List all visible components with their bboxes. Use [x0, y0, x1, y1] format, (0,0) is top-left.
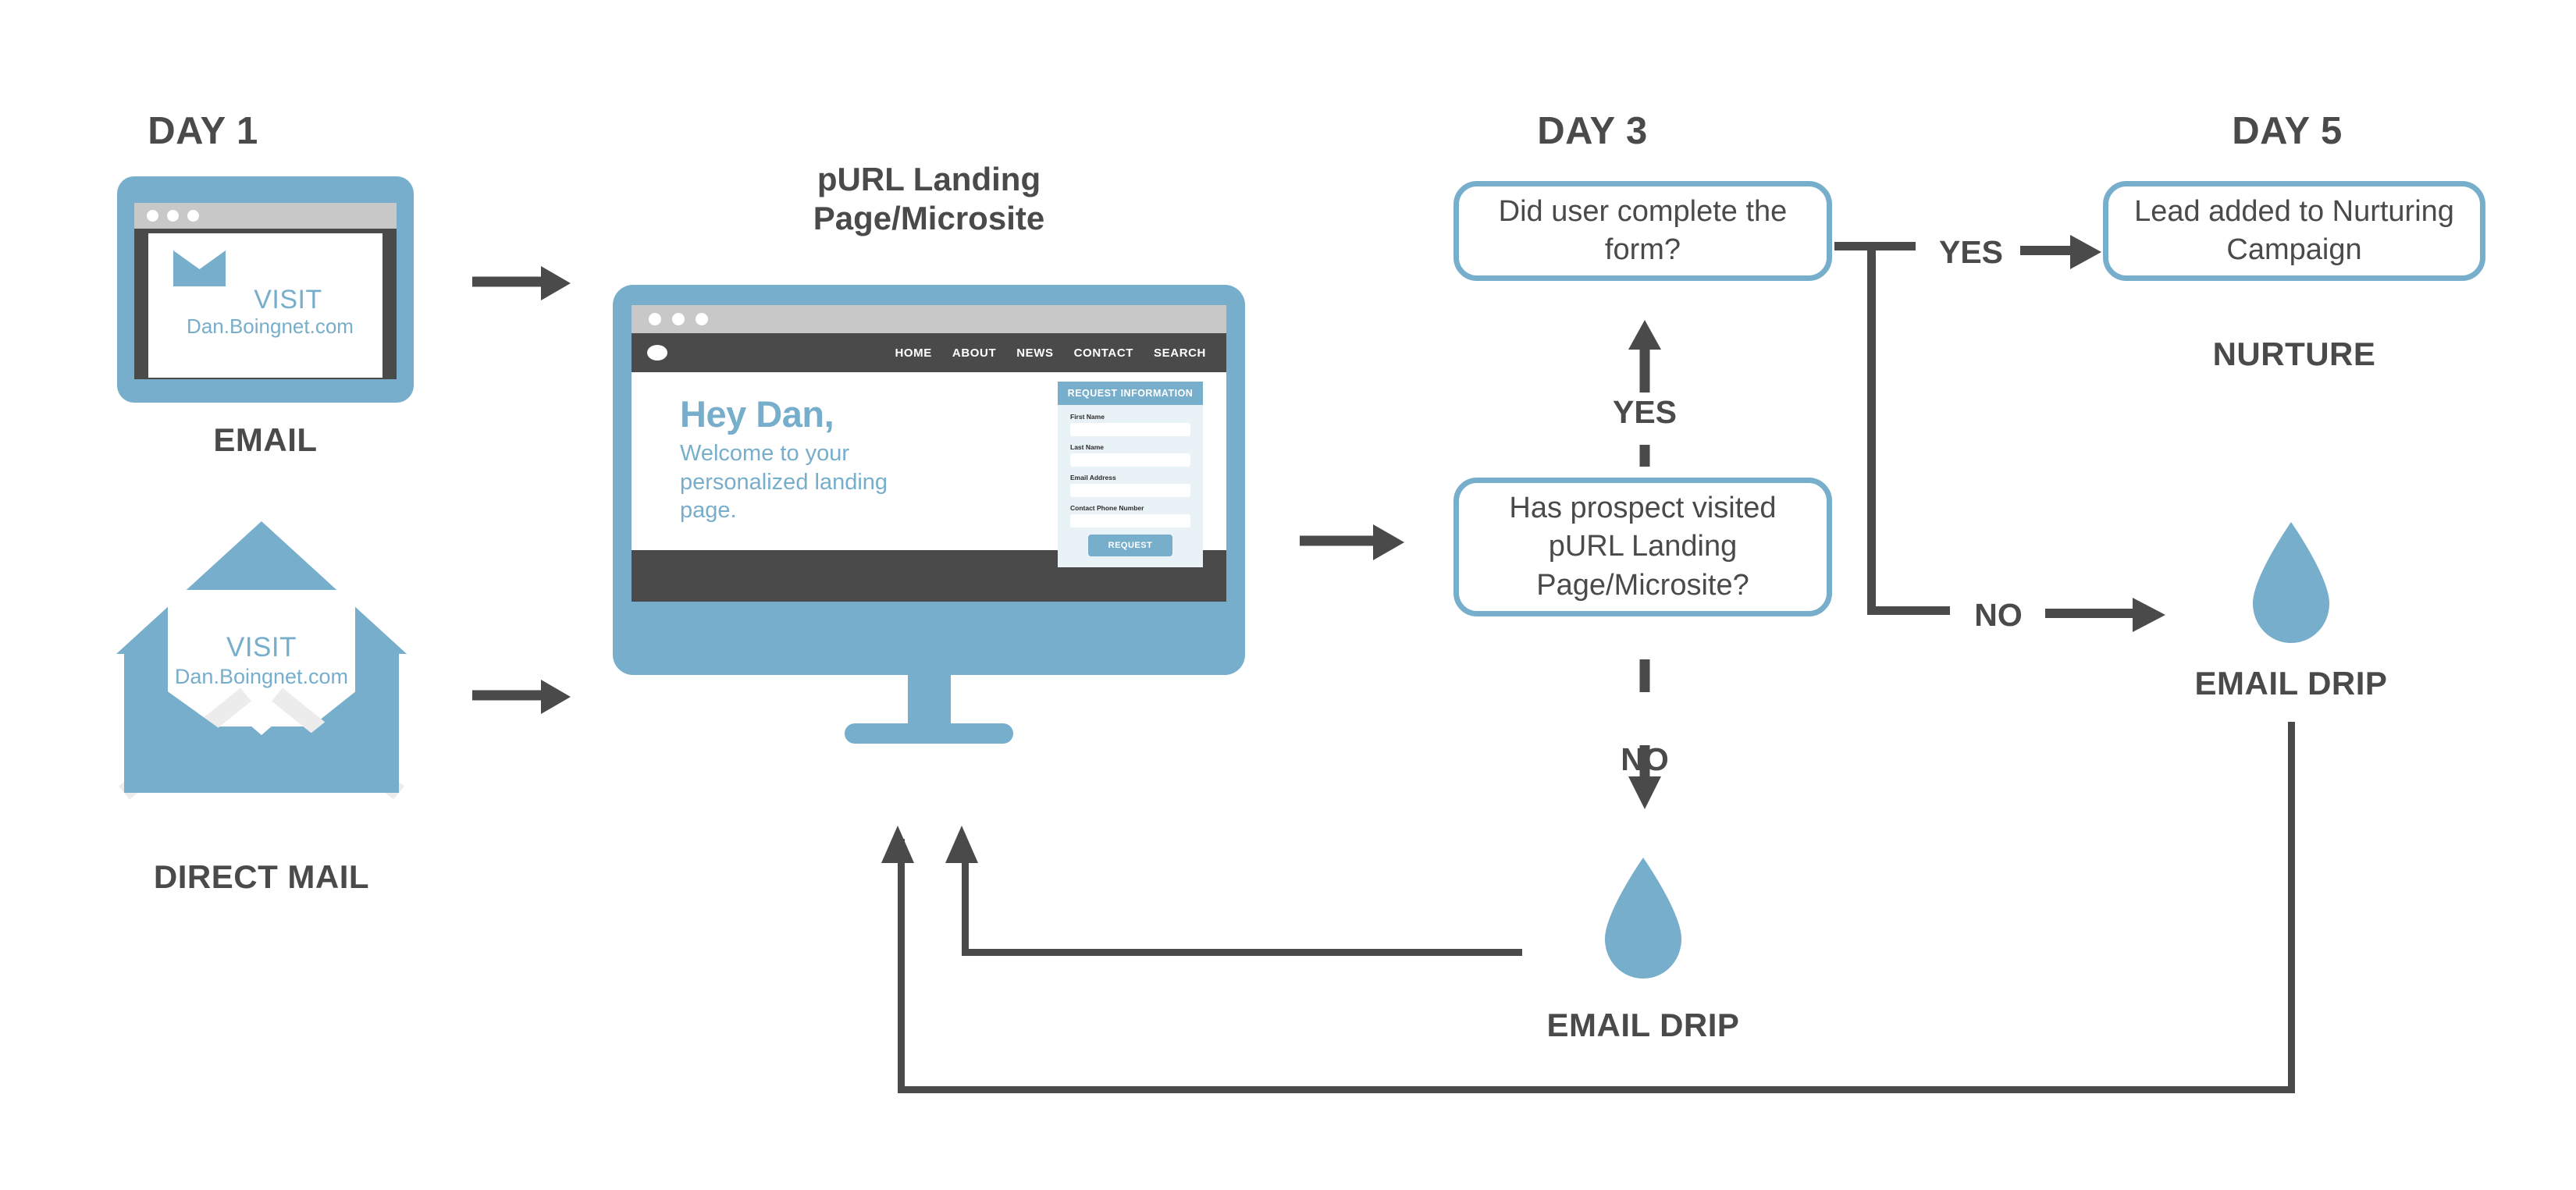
window-dot-icon [167, 210, 179, 222]
landing-page-content: Hey Dan, Welcome to your personalized la… [632, 372, 1226, 567]
day1-title: DAY 1 [148, 110, 258, 152]
nav-item-contact[interactable]: CONTACT [1074, 346, 1133, 360]
email-address-field[interactable] [1070, 484, 1190, 497]
landing-headline: Hey Dan, [680, 393, 834, 435]
arrow-directmail-to-landing [472, 680, 571, 714]
monitor-screen: HOME ABOUT NEWS CONTACT SEARCH Hey Dan, … [613, 285, 1245, 675]
nav-item-news[interactable]: NEWS [1016, 346, 1053, 360]
landing-page-monitor: HOME ABOUT NEWS CONTACT SEARCH Hey Dan, … [613, 285, 1245, 744]
arrow-form-yes [2020, 235, 2101, 269]
edge-label-form-yes: YES [1938, 234, 2004, 270]
feedback-line-right-drip-vertical-right [2288, 722, 2295, 1089]
open-envelope-icon [116, 521, 407, 800]
bracket-spine [1867, 242, 1876, 615]
direct-mail-card: VISIT Dan.Boingnet.com [113, 515, 410, 800]
arrow-landing-to-visited [1300, 524, 1404, 560]
bracket-top-stub [1834, 242, 1916, 250]
email-channel-card: VISIT Dan.Boingnet.com [117, 176, 414, 403]
outcome-nurturing-campaign: Lead added to Nurturing Campaign [2103, 181, 2485, 281]
arrow-feedback-outer [881, 826, 914, 863]
nav-item-search[interactable]: SEARCH [1154, 346, 1206, 360]
landing-page-title-line2: Page/Microsite [813, 199, 1045, 236]
request-submit-button[interactable]: REQUEST [1088, 535, 1172, 556]
window-dot-icon [696, 313, 708, 325]
landing-subhead: Welcome to your personalized landing pag… [680, 441, 888, 524]
nav-item-home[interactable]: HOME [895, 346, 931, 360]
request-information-form: REQUEST INFORMATION First Name Last Name… [1058, 382, 1203, 567]
monitor-base [845, 723, 1013, 744]
edge-label-visited-no: NO [1621, 741, 1669, 777]
email-address-label: Email Address [1070, 474, 1116, 481]
water-drop-icon [2253, 522, 2329, 643]
site-nav-items: HOME ABOUT NEWS CONTACT SEARCH [895, 346, 1206, 360]
feedback-line-right-drip-vertical-left [898, 839, 905, 1090]
arrow-visited-yes [1628, 320, 1661, 467]
flowchart-canvas: DAY 1 VISIT Dan.Boingnet.com EMAIL VISIT… [0, 0, 2576, 1190]
edge-label-form-no: NO [1974, 597, 2023, 633]
contact-phone-label: Contact Phone Number [1070, 504, 1144, 512]
nurture-caption: NURTURE [2212, 336, 2376, 372]
arrow-feedback-inner [945, 826, 978, 863]
feedback-line-bottom-drip-vertical [962, 858, 969, 956]
monitor-neck [907, 675, 951, 723]
first-name-field[interactable] [1070, 423, 1190, 436]
email-caption: EMAIL [213, 421, 318, 458]
landing-page-title: pURL Landing Page/Microsite [687, 160, 1171, 237]
nav-item-about[interactable]: ABOUT [952, 346, 996, 360]
window-dot-icon [649, 313, 661, 325]
form-header: REQUEST INFORMATION [1058, 382, 1203, 405]
site-navbar: HOME ABOUT NEWS CONTACT SEARCH [632, 333, 1226, 372]
landing-page-title-line1: pURL Landing [817, 161, 1041, 197]
edge-label-visited-yes: YES [1612, 394, 1678, 430]
contact-phone-field[interactable] [1070, 514, 1190, 528]
envelope-icon [173, 250, 226, 286]
browser-titlebar [134, 203, 397, 229]
day5-title: DAY 5 [2232, 110, 2343, 152]
arrow-form-no [2045, 598, 2165, 632]
browser-titlebar [632, 305, 1226, 333]
window-dot-icon [672, 313, 685, 325]
email-visit-label: VISIT [254, 285, 322, 314]
arrow-visited-no [1628, 659, 1661, 809]
arrow-email-to-landing [472, 266, 571, 300]
feedback-line-bottom-drip-horizontal [962, 949, 1522, 956]
last-name-field[interactable] [1070, 453, 1190, 467]
last-name-label: Last Name [1070, 443, 1104, 451]
window-dot-icon [187, 210, 199, 222]
browser-viewport: VISIT Dan.Boingnet.com [134, 229, 397, 379]
direct-mail-caption: DIRECT MAIL [153, 858, 370, 895]
first-name-label: First Name [1070, 413, 1105, 421]
water-drop-icon [1605, 858, 1681, 979]
bracket-bottom-stub [1867, 606, 1950, 615]
decision-form-completed: Did user complete the form? [1453, 181, 1832, 281]
email-drip-right-caption: EMAIL DRIP [2194, 665, 2388, 702]
window-dot-icon [147, 210, 158, 222]
day3-title: DAY 3 [1537, 110, 1648, 152]
email-drip-bottom-caption: EMAIL DRIP [1546, 1007, 1740, 1043]
feedback-line-right-drip-horizontal [898, 1086, 2295, 1093]
site-logo-icon [647, 345, 667, 361]
decision-visited-purl: Has prospect visited pURL Landing Page/M… [1453, 478, 1832, 616]
browser-window: VISIT Dan.Boingnet.com [117, 176, 414, 403]
email-purl: Dan.Boingnet.com [187, 314, 354, 338]
